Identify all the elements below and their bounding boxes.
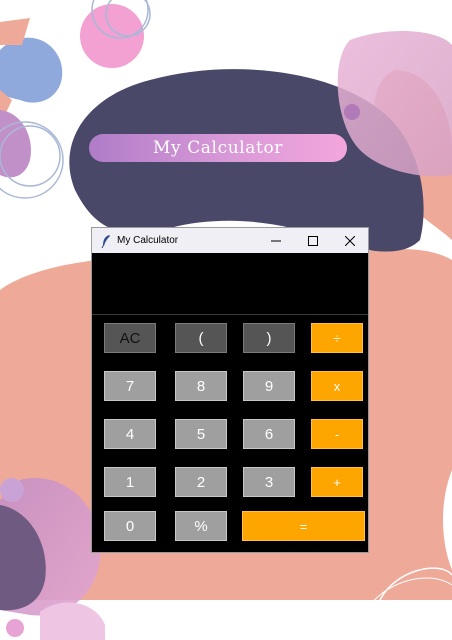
add-button[interactable]: + bbox=[311, 467, 363, 497]
close-button[interactable] bbox=[331, 228, 368, 253]
page-title: My Calculator bbox=[152, 138, 284, 158]
divide-button[interactable]: ÷ bbox=[311, 323, 363, 353]
maximize-icon bbox=[307, 235, 318, 246]
window-titlebar[interactable]: My Calculator bbox=[92, 228, 368, 253]
digit-5-button[interactable]: 5 bbox=[175, 419, 227, 449]
clear-button[interactable]: AC bbox=[104, 323, 156, 353]
minimize-button[interactable] bbox=[257, 228, 294, 253]
calculator-window: My Calculator AC ( ) ÷ 7 8 9 x 4 5 6 - 1… bbox=[91, 227, 369, 553]
subtract-button[interactable]: - bbox=[311, 419, 363, 449]
maximize-button[interactable] bbox=[294, 228, 331, 253]
digit-4-button[interactable]: 4 bbox=[104, 419, 156, 449]
equals-button[interactable]: = bbox=[242, 511, 365, 541]
digit-3-button[interactable]: 3 bbox=[243, 467, 295, 497]
open-paren-button[interactable]: ( bbox=[175, 323, 227, 353]
close-paren-button[interactable]: ) bbox=[243, 323, 295, 353]
close-icon bbox=[344, 235, 355, 246]
calculator-display bbox=[92, 253, 368, 315]
digit-0-button[interactable]: 0 bbox=[104, 511, 156, 541]
digit-7-button[interactable]: 7 bbox=[104, 371, 156, 401]
digit-8-button[interactable]: 8 bbox=[175, 371, 227, 401]
digit-2-button[interactable]: 2 bbox=[175, 467, 227, 497]
multiply-button[interactable]: x bbox=[311, 371, 363, 401]
percent-button[interactable]: % bbox=[175, 511, 227, 541]
digit-1-button[interactable]: 1 bbox=[104, 467, 156, 497]
page-title-banner: My Calculator bbox=[89, 134, 347, 162]
feather-icon bbox=[99, 234, 113, 248]
window-title: My Calculator bbox=[117, 235, 179, 246]
digit-6-button[interactable]: 6 bbox=[243, 419, 295, 449]
minimize-icon bbox=[270, 240, 281, 241]
digit-9-button[interactable]: 9 bbox=[243, 371, 295, 401]
